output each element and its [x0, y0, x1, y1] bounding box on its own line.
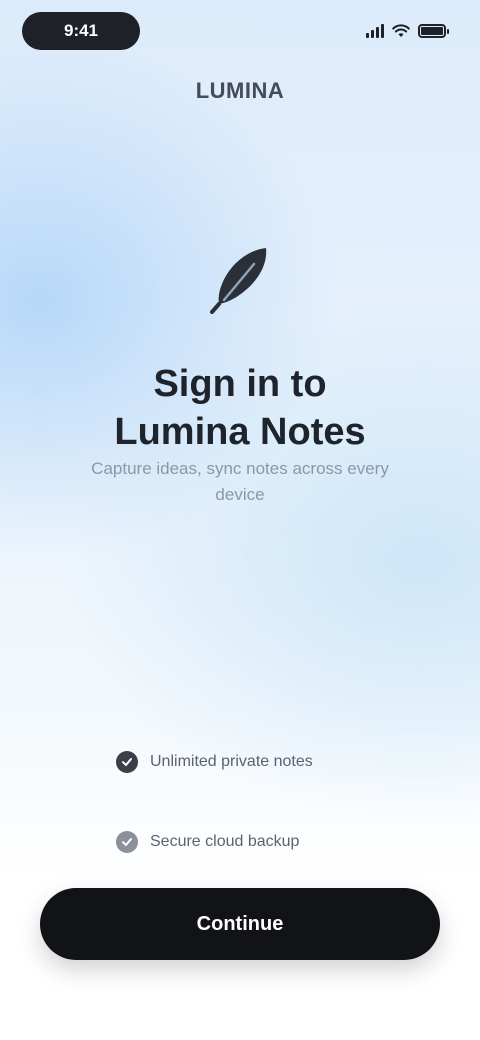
status-time: 9:41: [22, 12, 140, 50]
checklist-item: Unlimited private notes: [116, 744, 366, 780]
hero-title: Sign in to Lumina Notes: [60, 360, 420, 456]
status-bar: 9:41: [0, 0, 480, 64]
wifi-icon: [392, 24, 410, 37]
checklist-item-label: Unlimited private notes: [150, 753, 313, 770]
check-icon: [116, 751, 138, 773]
status-icons: [366, 20, 449, 42]
app-wordmark: LUMINA: [195, 78, 285, 103]
hero-title-text: Sign in to Lumina Notes: [114, 363, 366, 453]
onboarding-screen: 9:41 LUMINA Sign in to Lumina Notes Capt…: [0, 0, 480, 1040]
feather-pen-icon: [210, 248, 267, 314]
check-icon: [116, 831, 138, 853]
hero-subtitle: Capture ideas, sync notes across every d…: [91, 459, 389, 504]
checklist-item-label: Secure cloud backup: [150, 833, 300, 850]
continue-button[interactable]: Continue: [40, 888, 440, 960]
checklist-item: Secure cloud backup: [116, 824, 366, 860]
signal-icon: [366, 24, 384, 38]
battery-icon: [418, 24, 449, 38]
